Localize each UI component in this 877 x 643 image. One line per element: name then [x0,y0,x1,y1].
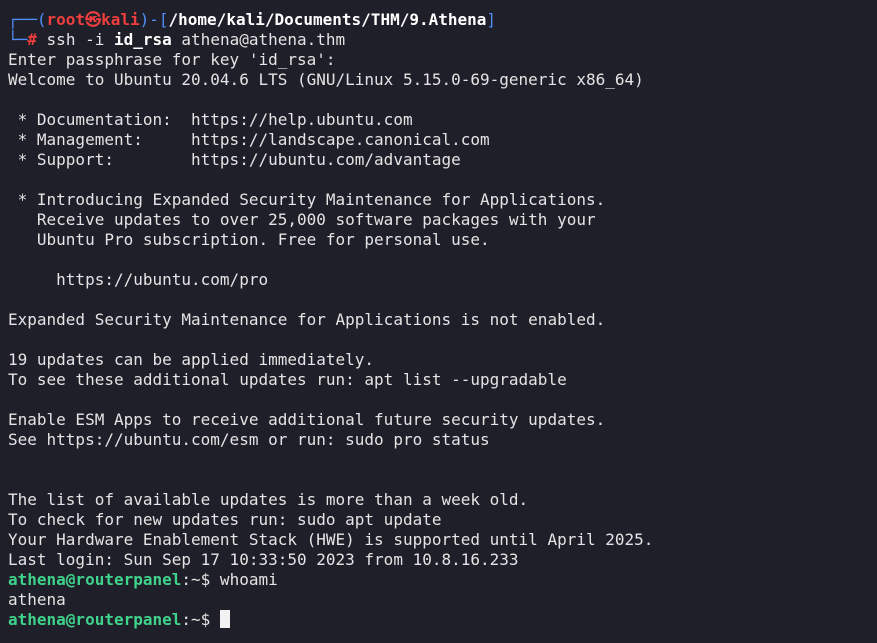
terminal-output: Enter passphrase for key 'id_rsa': Welcom… [8,50,877,570]
prompt-user: root [46,10,86,29]
ssh-command: ssh -i [46,30,114,49]
ssh-key-arg: id_rsa [113,30,172,49]
input-space [210,610,220,629]
kali-prompt-line-2: └─# ssh -i id_rsa athena@athena.thm [8,30,877,50]
text-cursor[interactable] [219,610,230,628]
output-line: To check for new updates run: sudo apt u… [8,510,442,529]
remote-prompt-sep: :~$ [181,570,211,589]
skull-icon: ㉿ [85,10,102,29]
output-line: * Documentation: https://help.ubuntu.com [8,110,413,129]
output-line: Your Hardware Enablement Stack (HWE) is … [8,530,654,549]
output-line: * Management: https://landscape.canonica… [8,130,490,149]
kali-prompt-line-1: ┌──(root㉿kali)-[/home/kali/Documents/THM… [8,10,877,30]
terminal-window[interactable]: ┌──(root㉿kali)-[/home/kali/Documents/THM… [0,0,877,643]
remote-prompt-sep-2: :~$ [181,610,211,629]
output-line: Ubuntu Pro subscription. Free for person… [8,230,490,249]
output-line: * Introducing Expanded Security Maintena… [8,190,606,209]
prompt-host: kali [101,10,140,29]
output-line: 19 updates can be applied immediately. [8,350,375,369]
output-line: https://ubuntu.com/pro [8,270,269,289]
prompt-hash: # [27,30,37,49]
ssh-target: athena@athena.thm [171,30,346,49]
prompt-path: /home/kali/Documents/THM/9.Athena [168,10,487,29]
output-line: * Support: https://ubuntu.com/advantage [8,150,461,169]
prompt-open: ┌──( [8,10,47,29]
output-line: The list of available updates is more th… [8,490,529,509]
output-line: To see these additional updates run: apt… [8,370,567,389]
output-line: Last login: Sun Sep 17 10:33:50 2023 fro… [8,550,519,569]
whoami-result: athena [8,590,66,609]
prompt-end: ] [486,10,497,29]
output-line: See https://ubuntu.com/esm or run: sudo … [8,430,490,449]
whoami-command: whoami [210,570,278,589]
output-line: Receive updates to over 25,000 software … [8,210,596,229]
remote-user-host: athena@routerpanel [8,570,182,589]
output-line: Enter passphrase for key 'id_rsa': [8,50,336,69]
output-line: Expanded Security Maintenance for Applic… [8,310,606,329]
remote-user-host-2: athena@routerpanel [8,610,182,629]
output-line: Enable ESM Apps to receive additional fu… [8,410,606,429]
output-line: Welcome to Ubuntu 20.04.6 LTS (GNU/Linux… [8,70,644,89]
prompt-close: )-[ [139,10,169,29]
remote-prompt-line-1: athena@routerpanel:~$ whoami [8,570,877,590]
remote-prompt-line-2[interactable]: athena@routerpanel:~$ [8,610,877,630]
prompt-line2-prefix: └─ [8,30,28,49]
